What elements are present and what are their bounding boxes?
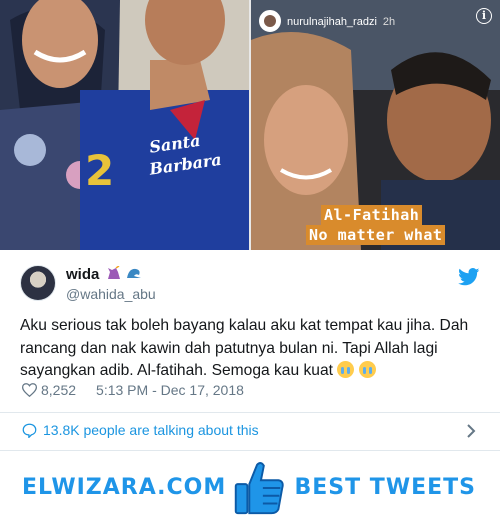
story-avatar: [259, 10, 281, 32]
thumbs-up-icon: [234, 462, 284, 515]
avatar[interactable]: [20, 265, 56, 301]
conversation-link[interactable]: 13.8K people are talking about this: [22, 422, 259, 438]
like-count[interactable]: 8,252: [41, 382, 76, 398]
display-name-text: wida: [66, 266, 100, 283]
crying-face-emoji-icon: [337, 361, 355, 378]
handle[interactable]: @wahida_abu: [66, 286, 156, 302]
info-icon[interactable]: i: [476, 8, 492, 24]
chevron-right-icon[interactable]: [466, 424, 476, 438]
story-overlay-line1: Al-Fatihah: [321, 205, 423, 225]
photo-left-illustration: Santa Barbara 2: [0, 0, 249, 250]
crying-face-emoji-icon: [358, 361, 376, 378]
twitter-bird-icon[interactable]: [458, 268, 480, 286]
display-name[interactable]: wida: [66, 265, 142, 283]
tweet-meta: 8,252 5:13 PM - Dec 17, 2018: [22, 382, 244, 398]
photo-story-right[interactable]: nurulnajihah_radzi 2h i Al-Fatihah No mat…: [251, 0, 500, 250]
wave-emoji-icon: [126, 268, 141, 278]
story-username-text: nurulnajihah_radzi: [287, 16, 377, 28]
tweet-timestamp[interactable]: 5:13 PM - Dec 17, 2018: [96, 382, 244, 398]
heart-icon[interactable]: [22, 383, 37, 397]
svg-text:2: 2: [85, 146, 114, 195]
conversation-text: 13.8K people are talking about this: [43, 422, 259, 438]
story-overlay-line2: No matter what: [306, 225, 446, 245]
tweet-body: Aku serious tak boleh bayang kalau aku k…: [20, 315, 482, 383]
brand-best-tweets: BEST TWEETS: [294, 475, 476, 500]
brand-site-name[interactable]: ELWIZARA.COM: [22, 475, 226, 500]
brand-footer: ELWIZARA.COM BEST TWEETS: [0, 451, 500, 524]
divider: [0, 412, 500, 413]
story-username: nurulnajihah_radzi 2h: [287, 16, 395, 28]
story-time: 2h: [382, 16, 396, 28]
photo-couple-left[interactable]: Santa Barbara 2: [0, 0, 249, 250]
speech-bubble-icon: [22, 423, 37, 438]
tweet-text: Aku serious tak boleh bayang kalau aku k…: [20, 317, 469, 379]
unicorn-emoji-icon: [107, 265, 120, 279]
tweet-media[interactable]: Santa Barbara 2 nurulnajihah_radzi 2h i A…: [0, 0, 500, 250]
